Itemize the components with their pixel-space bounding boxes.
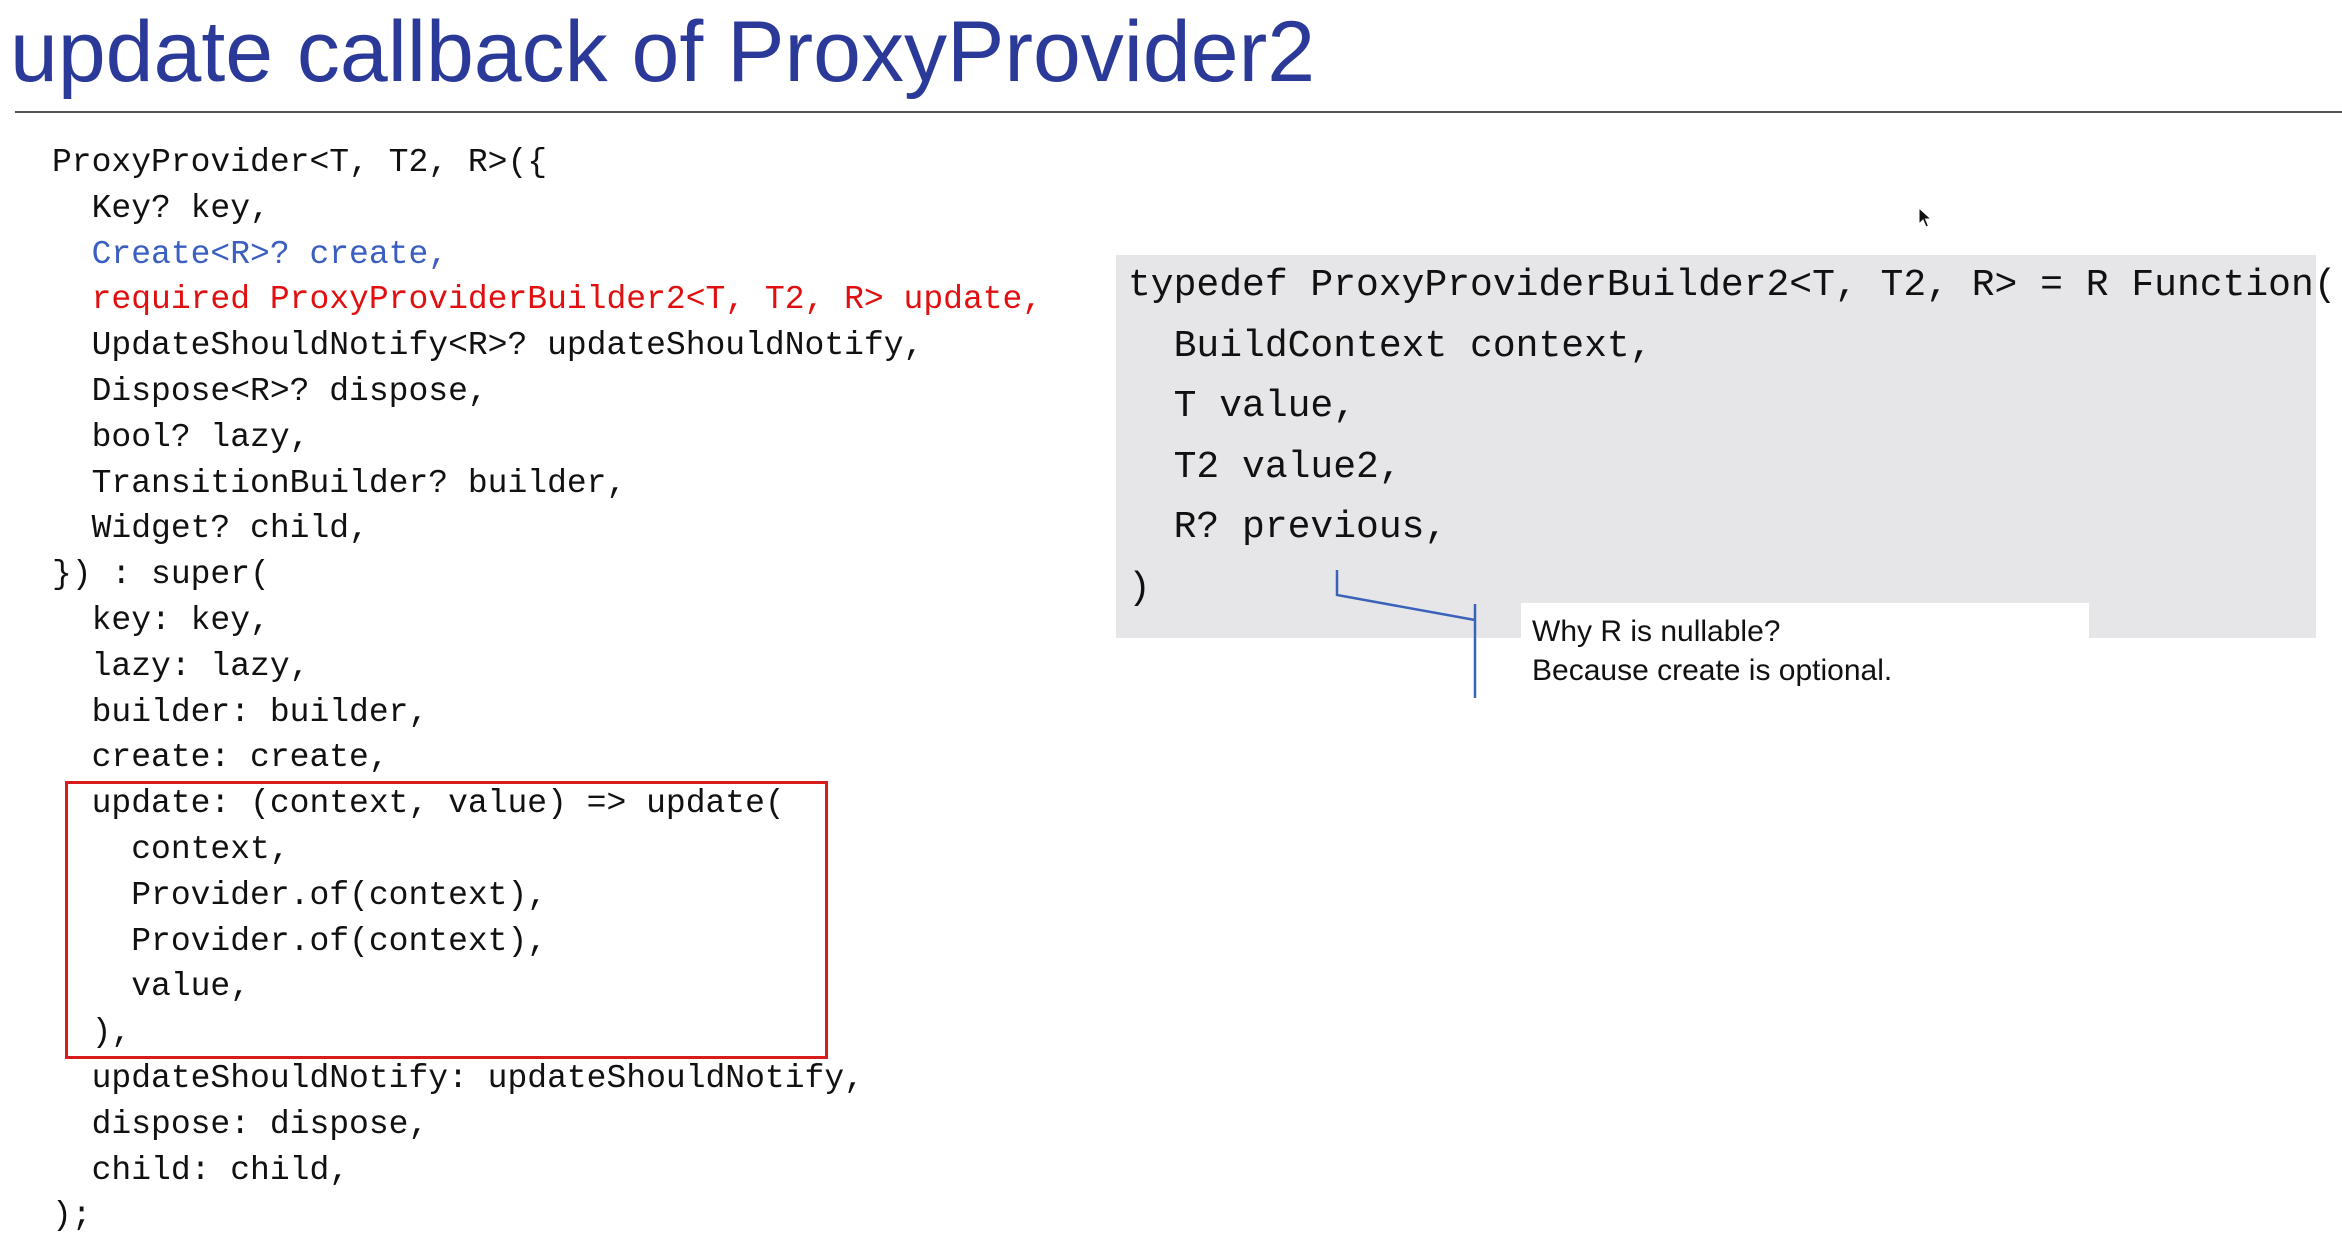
- code-line: lazy: lazy,: [52, 647, 310, 685]
- code-line: ProxyProvider<T, T2, R>({: [52, 144, 548, 181]
- typedef-line: T2 value2,: [1128, 445, 1402, 489]
- code-line: Dispose<R>? dispose,: [52, 372, 488, 410]
- code-line-create-param: Create<R>? create,: [52, 235, 449, 273]
- slide-title: update callback of ProxyProvider2: [10, 4, 1316, 100]
- mouse-cursor-icon: [1918, 207, 1932, 228]
- annotation-question: Why R is nullable?: [1532, 615, 1781, 648]
- code-line: key: key,: [52, 601, 270, 639]
- typedef-line-previous-param: R? previous,: [1128, 506, 1448, 549]
- code-line: bool? lazy,: [52, 418, 310, 456]
- code-line: Key? key,: [52, 189, 270, 227]
- code-line-update-param: required ProxyProviderBuilder2<T, T2, R>…: [52, 281, 1043, 319]
- code-line: dispose: dispose,: [52, 1105, 429, 1143]
- code-line: updateShouldNotify: updateShouldNotify,: [52, 1059, 864, 1097]
- code-line: }) : super(: [52, 556, 270, 594]
- typedef-line: BuildContext context,: [1128, 324, 1653, 368]
- code-line: Widget? child,: [52, 510, 369, 548]
- title-divider: [15, 111, 2342, 113]
- typedef-code: typedef ProxyProviderBuilder2<T, T2, R> …: [1128, 256, 2337, 619]
- proxy-provider-constructor-code: ProxyProvider<T, T2, R>({ Key? key, Crea…: [52, 140, 1042, 1239]
- code-line: create: create,: [52, 739, 389, 777]
- code-line: UpdateShouldNotify<R>? updateShouldNotif…: [52, 327, 924, 365]
- update-callback-highlight-box: [65, 781, 828, 1059]
- code-line: );: [52, 1197, 92, 1235]
- code-line: TransitionBuilder? builder,: [52, 464, 627, 502]
- typedef-line: typedef ProxyProviderBuilder2<T, T2, R> …: [1128, 264, 2337, 307]
- annotation-answer: Because create is optional.: [1532, 654, 1893, 687]
- annotation-note: Why R is nullable? Because create is opt…: [1532, 612, 1892, 690]
- code-line: child: child,: [52, 1151, 350, 1189]
- typedef-line: T value,: [1128, 385, 1357, 428]
- code-line: builder: builder,: [52, 693, 429, 731]
